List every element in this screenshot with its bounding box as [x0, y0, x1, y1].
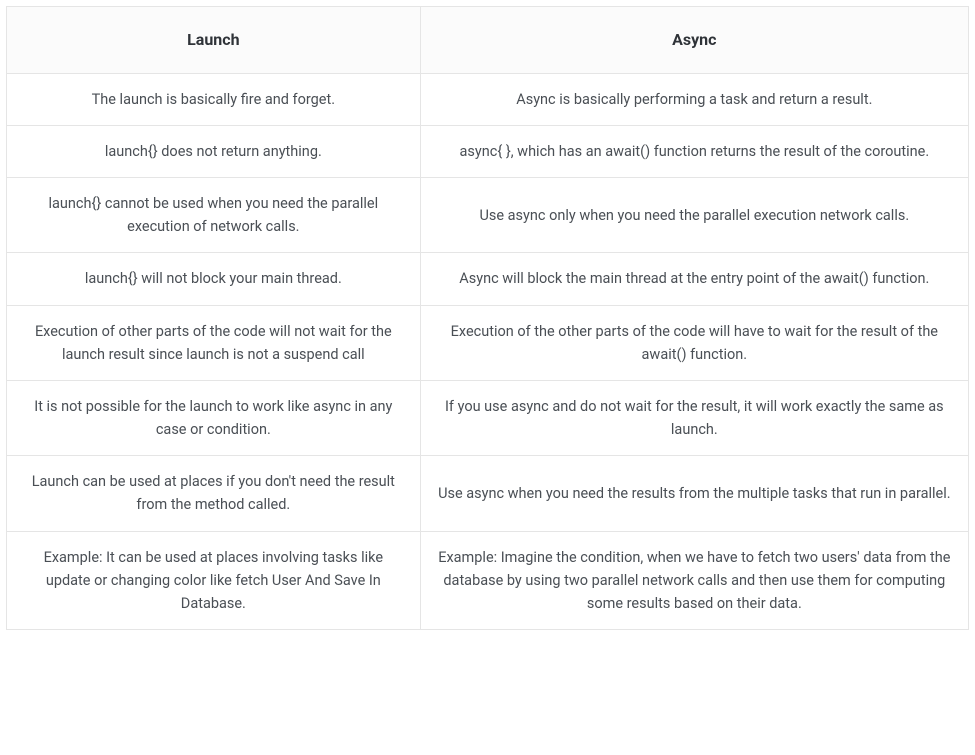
cell-async: async{ }, which has an await() function …	[420, 125, 968, 177]
cell-async: If you use async and do not wait for the…	[420, 380, 968, 455]
cell-launch: launch{} cannot be used when you need th…	[7, 177, 421, 252]
cell-launch: Execution of other parts of the code wil…	[7, 305, 421, 380]
table-row: The launch is basically fire and forget.…	[7, 73, 969, 125]
table-body: The launch is basically fire and forget.…	[7, 73, 969, 630]
cell-async: Execution of the other parts of the code…	[420, 305, 968, 380]
cell-launch: launch{} does not return anything.	[7, 125, 421, 177]
cell-async: Async will block the main thread at the …	[420, 253, 968, 305]
header-launch: Launch	[7, 7, 421, 74]
table-row: Execution of other parts of the code wil…	[7, 305, 969, 380]
header-async: Async	[420, 7, 968, 74]
cell-async: Async is basically performing a task and…	[420, 73, 968, 125]
cell-async: Use async when you need the results from…	[420, 456, 968, 531]
cell-launch: launch{} will not block your main thread…	[7, 253, 421, 305]
table-row: launch{} does not return anything. async…	[7, 125, 969, 177]
comparison-table: Launch Async The launch is basically fir…	[6, 6, 969, 630]
table-row: launch{} will not block your main thread…	[7, 253, 969, 305]
table-row: Launch can be used at places if you don'…	[7, 456, 969, 531]
table-row: Example: It can be used at places involv…	[7, 531, 969, 630]
cell-async: Example: Imagine the condition, when we …	[420, 531, 968, 630]
table-row: It is not possible for the launch to wor…	[7, 380, 969, 455]
table-header-row: Launch Async	[7, 7, 969, 74]
table-row: launch{} cannot be used when you need th…	[7, 177, 969, 252]
cell-launch: It is not possible for the launch to wor…	[7, 380, 421, 455]
cell-launch: Launch can be used at places if you don'…	[7, 456, 421, 531]
table-header: Launch Async	[7, 7, 969, 74]
cell-launch: The launch is basically fire and forget.	[7, 73, 421, 125]
cell-launch: Example: It can be used at places involv…	[7, 531, 421, 630]
cell-async: Use async only when you need the paralle…	[420, 177, 968, 252]
